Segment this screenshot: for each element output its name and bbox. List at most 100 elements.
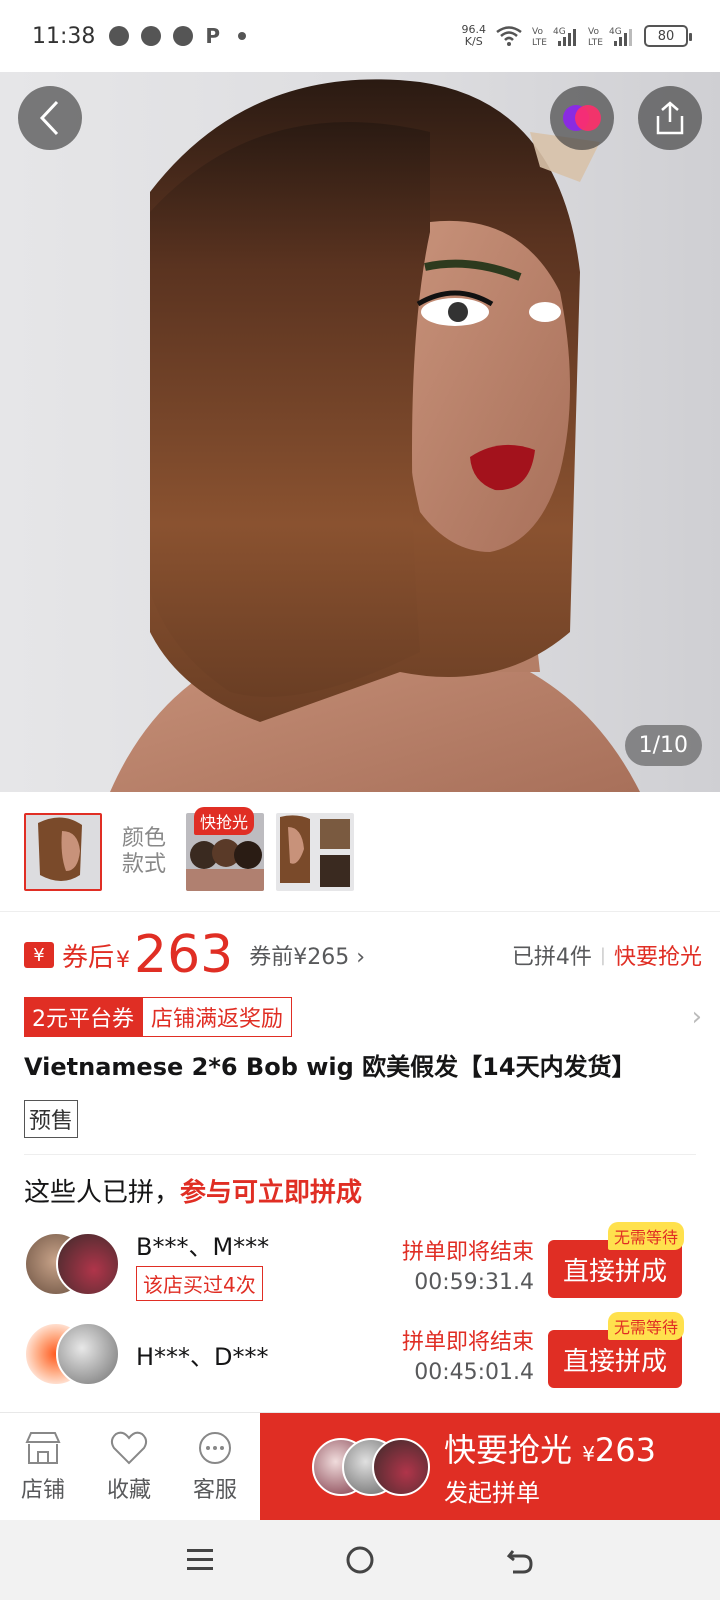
- store-reward[interactable]: 店铺满返奖励: [142, 997, 293, 1037]
- join-group-label: 直接拼成: [562, 1346, 667, 1377]
- image-counter: 1/10: [624, 725, 702, 766]
- group-ending-label: 拼单即将结束: [401, 1239, 534, 1265]
- group-avatars: [24, 1322, 124, 1386]
- group-user-names: B***、M***: [136, 1233, 270, 1261]
- brand-logo-icon: [563, 105, 601, 131]
- buy-avatars: [312, 1437, 430, 1496]
- customer-service-button[interactable]: 客服: [172, 1413, 258, 1520]
- svg-text:LTE: LTE: [588, 38, 603, 47]
- group-timer: 拼单即将结束 00:59:31.4: [402, 1234, 534, 1295]
- message-icon: [109, 26, 130, 46]
- price-before-coupon[interactable]: 券前¥265 ›: [249, 939, 365, 971]
- currency-symbol: ¥: [116, 947, 131, 973]
- favorite-label: 收藏: [106, 1477, 151, 1503]
- after-coupon-label: 券后: [62, 942, 115, 973]
- store-label: 店铺: [20, 1477, 65, 1503]
- p-app-icon: P: [205, 24, 221, 48]
- group-names: H***、D***: [136, 1337, 269, 1372]
- thumbnail-1[interactable]: [24, 812, 102, 891]
- whatsapp-icon: [173, 26, 194, 46]
- group-countdown: 00:59:31.4: [414, 1269, 534, 1295]
- signal-2-icon: Vo LTE 4G: [588, 27, 632, 47]
- group-row: H***、D*** 拼单即将结束 00:45:01.4 直接拼成 无需等待: [24, 1312, 684, 1394]
- platform-coupon[interactable]: 2元平台券: [24, 997, 142, 1037]
- net-speed-unit: K/S: [464, 35, 483, 48]
- svg-text:Vo: Vo: [588, 27, 599, 37]
- presale-badge: 预售: [24, 1100, 79, 1138]
- bottom-action-bar: 店铺 收藏 客服 快要抢光 ¥263 发起拼单: [0, 1412, 720, 1520]
- avatar: [372, 1437, 430, 1496]
- store-icon: [25, 1431, 61, 1464]
- store-button[interactable]: 店铺: [0, 1413, 86, 1520]
- thumbnail-3[interactable]: [276, 812, 354, 891]
- price-value: 263: [134, 925, 234, 985]
- variant-label-color: 颜色: [121, 825, 166, 851]
- wifi-icon: [496, 26, 522, 46]
- status-bar: 11:38 P 96.4 K/S Vo LTE 4G Vo LTE 4G 80: [0, 0, 720, 72]
- menu-icon[interactable]: [185, 1547, 215, 1573]
- price-row: ¥ 券后 ¥ 263 券前¥265 › 已拼4件 | 快要抢光: [24, 920, 702, 990]
- divider: [24, 1154, 696, 1155]
- buy-group-button[interactable]: 快要抢光 ¥263 发起拼单: [260, 1413, 720, 1520]
- variant-label-style: 款式: [121, 851, 166, 877]
- brand-button[interactable]: [550, 86, 614, 150]
- price-before-text: 券前¥265: [249, 945, 350, 970]
- no-wait-badge: 无需等待: [607, 1312, 684, 1340]
- signal-1-icon: Vo LTE 4G: [532, 27, 576, 47]
- buy-price: 263: [594, 1431, 656, 1469]
- coupon-icon: ¥: [24, 942, 54, 968]
- selling-fast-label: 快要抢光: [613, 945, 702, 970]
- join-group-button[interactable]: 直接拼成 无需等待: [548, 1222, 684, 1298]
- share-button[interactable]: [638, 86, 702, 150]
- svg-text:4G: 4G: [553, 27, 566, 37]
- group-names: B***、M*** 该店买过4次: [136, 1227, 269, 1301]
- net-speed: 96.4 K/S: [462, 24, 487, 48]
- chevron-left-icon: [39, 100, 59, 136]
- chevron-right-icon: ›: [691, 1002, 702, 1032]
- home-icon[interactable]: [345, 1545, 375, 1575]
- group-row: B***、M*** 该店买过4次 拼单即将结束 00:59:31.4 直接拼成 …: [24, 1222, 684, 1304]
- product-image[interactable]: 1/10: [0, 72, 720, 792]
- share-icon: [656, 101, 684, 135]
- thumbnail-strip: 颜色 款式 快抢光: [0, 792, 720, 912]
- status-right: 96.4 K/S Vo LTE 4G Vo LTE 4G 80: [462, 24, 692, 48]
- avatar: [56, 1322, 120, 1386]
- buy-currency: ¥: [582, 1442, 595, 1466]
- coupon-row[interactable]: 2元平台券 店铺满返奖励 ›: [24, 997, 702, 1037]
- more-notifications-icon: [238, 32, 247, 40]
- separator: |: [599, 944, 606, 966]
- buy-sub-label: 发起拼单: [444, 1479, 540, 1507]
- back-button[interactable]: [18, 86, 82, 150]
- favorite-button[interactable]: 收藏: [86, 1413, 172, 1520]
- notification-icons: P: [109, 24, 247, 48]
- join-group-button[interactable]: 直接拼成 无需等待: [548, 1312, 684, 1388]
- buy-main-label: 快要抢光 ¥263: [444, 1425, 656, 1471]
- sold-count: 已拼4件: [511, 945, 592, 970]
- back-nav-icon[interactable]: [505, 1545, 535, 1575]
- product-title: Vietnamese 2*6 Bob wig 欧美假发【14天内发货】: [24, 1053, 636, 1081]
- svg-text:LTE: LTE: [532, 38, 547, 47]
- svg-text:Vo: Vo: [532, 27, 543, 37]
- group-header-highlight: 参与可立即拼成: [180, 1178, 363, 1208]
- thumbnail-2-wrap: 快抢光: [186, 806, 264, 891]
- messenger-icon: [141, 26, 162, 46]
- battery-icon: 80: [644, 25, 692, 47]
- wig-photo: [110, 79, 640, 792]
- svg-text:4G: 4G: [609, 27, 622, 37]
- heart-icon: [110, 1431, 148, 1464]
- variant-label[interactable]: 颜色 款式: [114, 826, 174, 878]
- system-nav-bar: [0, 1520, 720, 1600]
- group-user-names: H***、D***: [136, 1342, 269, 1371]
- avatar: [56, 1232, 120, 1296]
- no-wait-badge: 无需等待: [607, 1222, 684, 1250]
- group-header-text: 这些人已拼，: [24, 1178, 181, 1208]
- status-time: 11:38: [32, 23, 96, 49]
- group-countdown: 00:45:01.4: [414, 1359, 534, 1385]
- hot-tag: 快抢光: [194, 806, 255, 835]
- battery-level: 80: [657, 28, 675, 44]
- group-timer: 拼单即将结束 00:45:01.4: [402, 1324, 534, 1385]
- repeat-buyer-tag: 该店买过4次: [136, 1266, 263, 1301]
- buy-main-text: 快要抢光: [444, 1431, 573, 1469]
- join-group-label: 直接拼成: [562, 1256, 667, 1287]
- service-label: 客服: [192, 1477, 237, 1503]
